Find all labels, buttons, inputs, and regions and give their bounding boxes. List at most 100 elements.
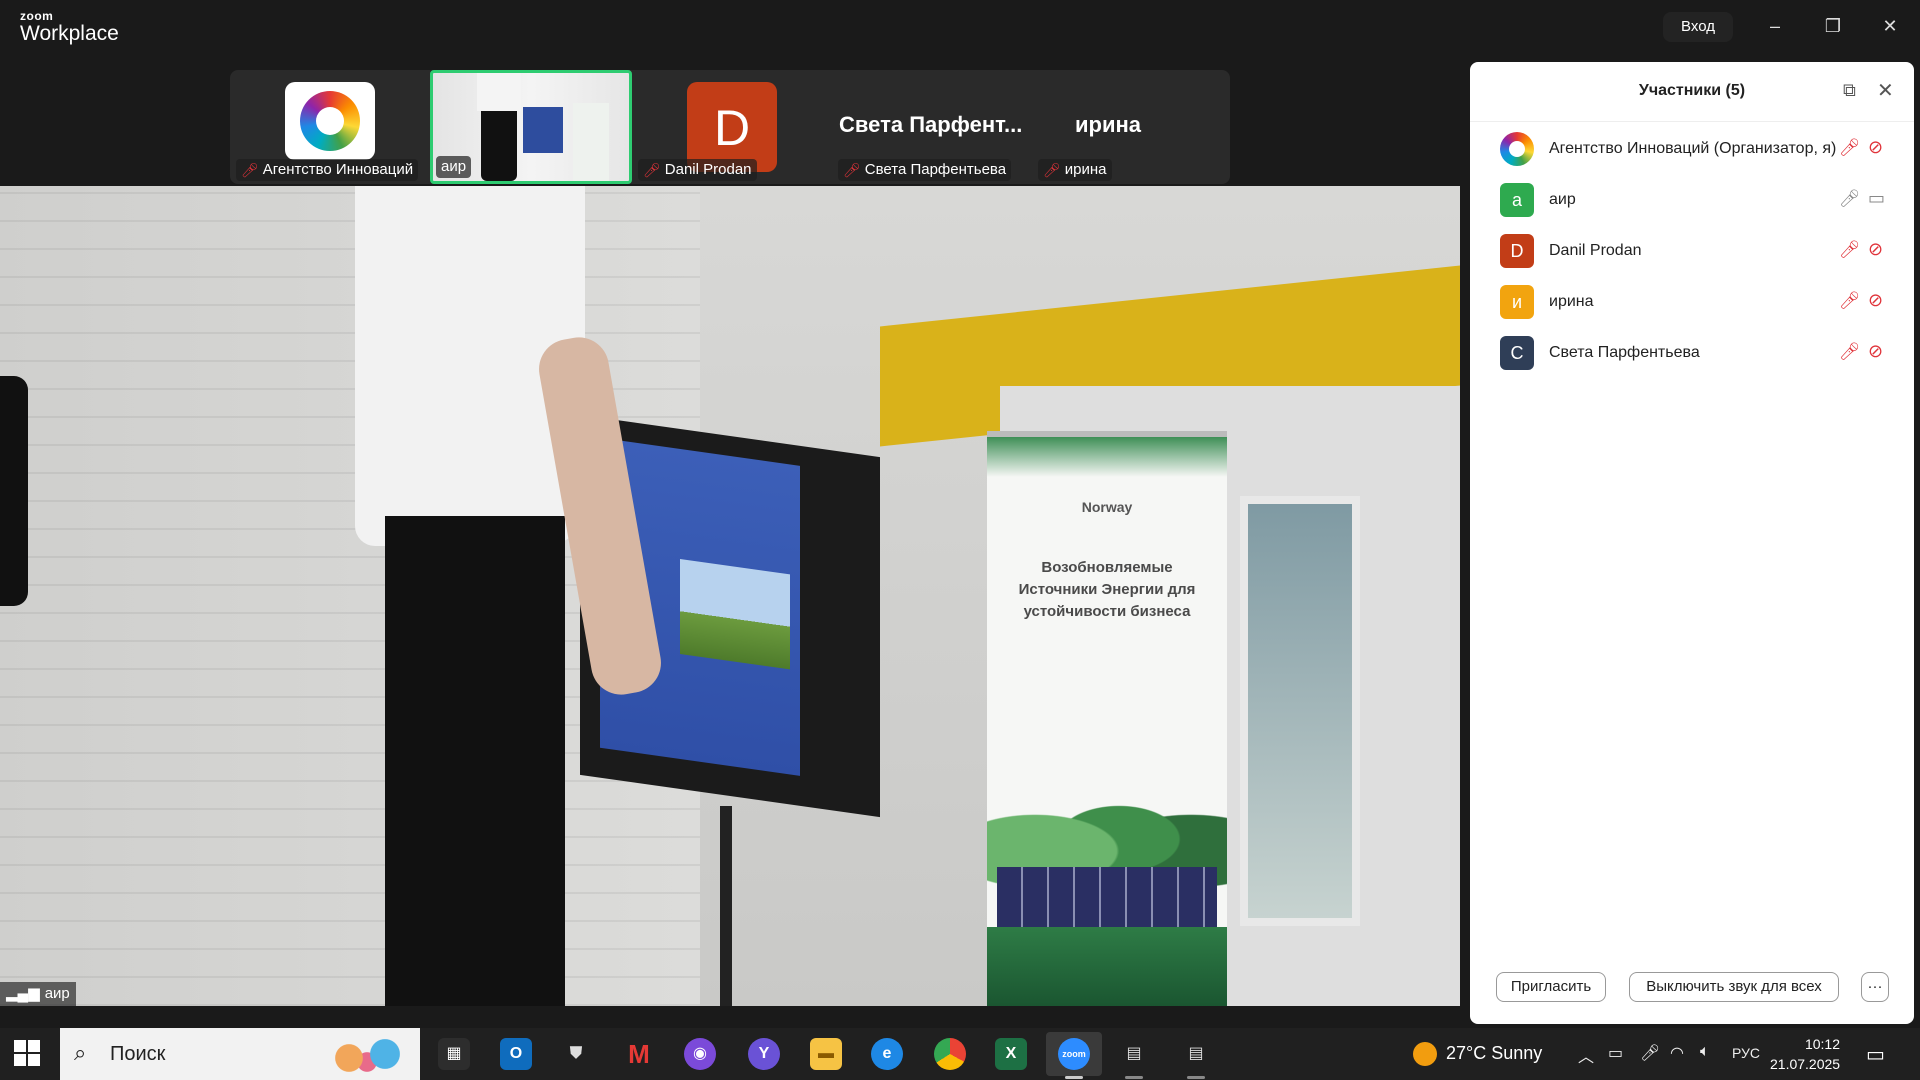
screen-stand [720, 806, 732, 1006]
brand-zoom: zoom [20, 9, 54, 23]
participant-name: Агентство Инноваций (Организатор, я) [1549, 140, 1837, 157]
zoom-window-icon[interactable]: ▤ [1118, 1038, 1150, 1070]
title-bar: zoom Workplace Вход – ❐ ✕ [0, 0, 1920, 55]
camera-off-icon[interactable]: ⊘ [1868, 290, 1883, 311]
chrome-icon[interactable] [934, 1038, 966, 1070]
participant-row[interactable]: а аир 🎤︎ ▭ [1470, 175, 1914, 225]
banner-title: Возобновляемые Источники Энергии для уст… [1018, 559, 1196, 620]
mic-muted-icon[interactable]: 🎤︎ [1839, 240, 1861, 260]
mic-icon[interactable]: 🎤︎ [1839, 189, 1861, 209]
camera-icon[interactable]: ▭ [1868, 188, 1885, 209]
camera-off-icon[interactable]: ⊘ [1868, 239, 1883, 260]
loudspeaker [0, 376, 28, 606]
open-indicator [1125, 1076, 1143, 1079]
participant-row[interactable]: Агентство Инноваций (Организатор, я) 🎤︎ … [1470, 124, 1914, 174]
avatar: и [1500, 285, 1534, 319]
wifi-icon[interactable]: ◠ [1670, 1043, 1684, 1063]
weather-text[interactable]: 27°C Sunny [1446, 1043, 1542, 1064]
thumbnail-sveta[interactable]: Света Парфент... 🎤︎ Света Парфентьева [832, 70, 1032, 184]
presenter [345, 186, 666, 1006]
participant-name: Danil Prodan [1549, 242, 1642, 259]
thumbnail-name: ирина [1064, 161, 1107, 178]
thumbnail-air-active[interactable]: аир [430, 70, 632, 184]
game-shield-icon[interactable]: ⛊ [560, 1038, 592, 1070]
avatar [1500, 132, 1534, 166]
zoom-icon[interactable]: zoom [1058, 1038, 1090, 1070]
main-speaker-video[interactable]: Norway Возобновляемые Источники Энергии … [0, 186, 1460, 1006]
mic-muted-icon: 🎤︎ [241, 162, 259, 178]
notification-icon[interactable]: ▭ [1866, 1042, 1885, 1067]
open-indicator [1187, 1076, 1205, 1079]
close-icon[interactable]: ✕ [1872, 10, 1908, 42]
panel-header: Участники (5) ⧉ ✕ [1470, 62, 1914, 122]
thumbnail-name: Агентство Инноваций [262, 161, 414, 178]
search-placeholder: Поиск [110, 1043, 166, 1065]
edge-icon[interactable]: e [871, 1038, 903, 1070]
mailru-icon[interactable]: M [623, 1038, 655, 1070]
room-window [1240, 496, 1360, 926]
windows-taskbar: ⌕ Поиск ▦ O ⛊ M ◉ Y ▬ e X zoom ▤ ▤ 27°C … [0, 1028, 1920, 1080]
signin-button[interactable]: Вход [1663, 12, 1733, 42]
speaker-name: аир [44, 985, 70, 1002]
thumbnail-name: Danil Prodan [664, 161, 752, 178]
thumbnail-danil[interactable]: D 🎤︎ Danil Prodan [632, 70, 832, 184]
rollup-banner: Norway Возобновляемые Источники Энергии … [987, 431, 1227, 1006]
thumbnail-label: 🎤︎ Света Парфентьева [838, 159, 1012, 181]
thumbnail-irina[interactable]: ирина 🎤︎ ирина [1032, 70, 1230, 184]
clock-time: 10:12 [1804, 1036, 1840, 1052]
invite-button[interactable]: Пригласить [1496, 972, 1606, 1002]
camera-off-icon[interactable]: ⊘ [1868, 137, 1883, 158]
avatar: С [1500, 336, 1534, 370]
taskbar-search[interactable]: ⌕ Поиск [60, 1028, 420, 1080]
mic-muted-icon: 🎤︎ [843, 162, 861, 178]
language-indicator[interactable]: РУС [1732, 1045, 1760, 1061]
windows-start-icon[interactable] [14, 1040, 42, 1068]
search-highlight-image [322, 1034, 412, 1074]
more-options-button[interactable]: ··· [1861, 972, 1889, 1002]
clock[interactable]: 10:12 21.07.2025 [1770, 1034, 1840, 1074]
thumbnail-agency[interactable]: 🎤︎ Агентство Инноваций [230, 70, 430, 184]
battery-icon[interactable]: ▭ [1608, 1043, 1623, 1063]
pop-out-icon[interactable]: ⧉ [1843, 80, 1856, 101]
mic-muted-icon[interactable]: 🎤︎ [1839, 342, 1861, 362]
banner-solar-panels [997, 867, 1217, 927]
participant-name: аир [1549, 191, 1576, 208]
thumbnail-name: Света Парфентьева [864, 161, 1007, 178]
gamepad-icon[interactable]: ◉ [684, 1038, 716, 1070]
mic-muted-icon[interactable]: 🎤︎ [1839, 291, 1861, 311]
thumbnail-display-name: Света Парфент... [839, 112, 1023, 137]
speaker-name-label: ▂▄▆ аир [0, 982, 76, 1006]
outlook-icon[interactable]: O [500, 1038, 532, 1070]
chevron-up-icon[interactable]: ︿ [1578, 1043, 1594, 1067]
participant-name: Света Парфентьева [1549, 344, 1700, 361]
clock-date: 21.07.2025 [1770, 1056, 1841, 1072]
agency-logo [285, 82, 375, 160]
participant-row[interactable]: и ирина 🎤︎ ⊘ [1470, 277, 1914, 327]
yandex-icon[interactable]: Y [748, 1038, 780, 1070]
file-explorer-icon[interactable]: ▬ [810, 1038, 842, 1070]
brand-workplace: Workplace [20, 22, 119, 45]
participants-panel: Участники (5) ⧉ ✕ Агентство Инноваций (О… [1470, 62, 1914, 1024]
mute-all-button[interactable]: Выключить звук для всех [1629, 972, 1839, 1002]
mic-muted-icon: 🎤︎ [1043, 162, 1061, 178]
search-icon: ⌕ [74, 1040, 87, 1065]
excel-icon[interactable]: X [995, 1038, 1027, 1070]
thumbnail-label: 🎤︎ ирина [1038, 159, 1112, 181]
thumbnail-label: 🎤︎ Danil Prodan [638, 159, 757, 181]
participant-row[interactable]: D Danil Prodan 🎤︎ ⊘ [1470, 226, 1914, 276]
microphone-icon[interactable]: 🎤︎ [1640, 1043, 1660, 1063]
participant-row[interactable]: С Света Парфентьева 🎤︎ ⊘ [1470, 328, 1914, 378]
close-icon[interactable]: ✕ [1877, 78, 1894, 103]
mic-muted-icon[interactable]: 🎤︎ [1839, 138, 1861, 158]
sun-icon [1413, 1042, 1437, 1066]
volume-icon[interactable]: 🔈︎ [1700, 1043, 1710, 1061]
camera-off-icon[interactable]: ⊘ [1868, 341, 1883, 362]
thumbnail-label: аир [436, 156, 472, 178]
restore-icon[interactable]: ❐ [1815, 10, 1851, 42]
minimize-icon[interactable]: – [1757, 10, 1793, 42]
banner-logo-text: Norway [1081, 499, 1133, 515]
thumbnail-display-name: ирина [1075, 112, 1142, 137]
video-thumbnail-strip: 🎤︎ Агентство Инноваций аир D 🎤︎ Danil Pr… [230, 70, 1230, 184]
zoom-window-icon[interactable]: ▤ [1180, 1038, 1212, 1070]
store-icon[interactable]: ▦ [438, 1038, 470, 1070]
